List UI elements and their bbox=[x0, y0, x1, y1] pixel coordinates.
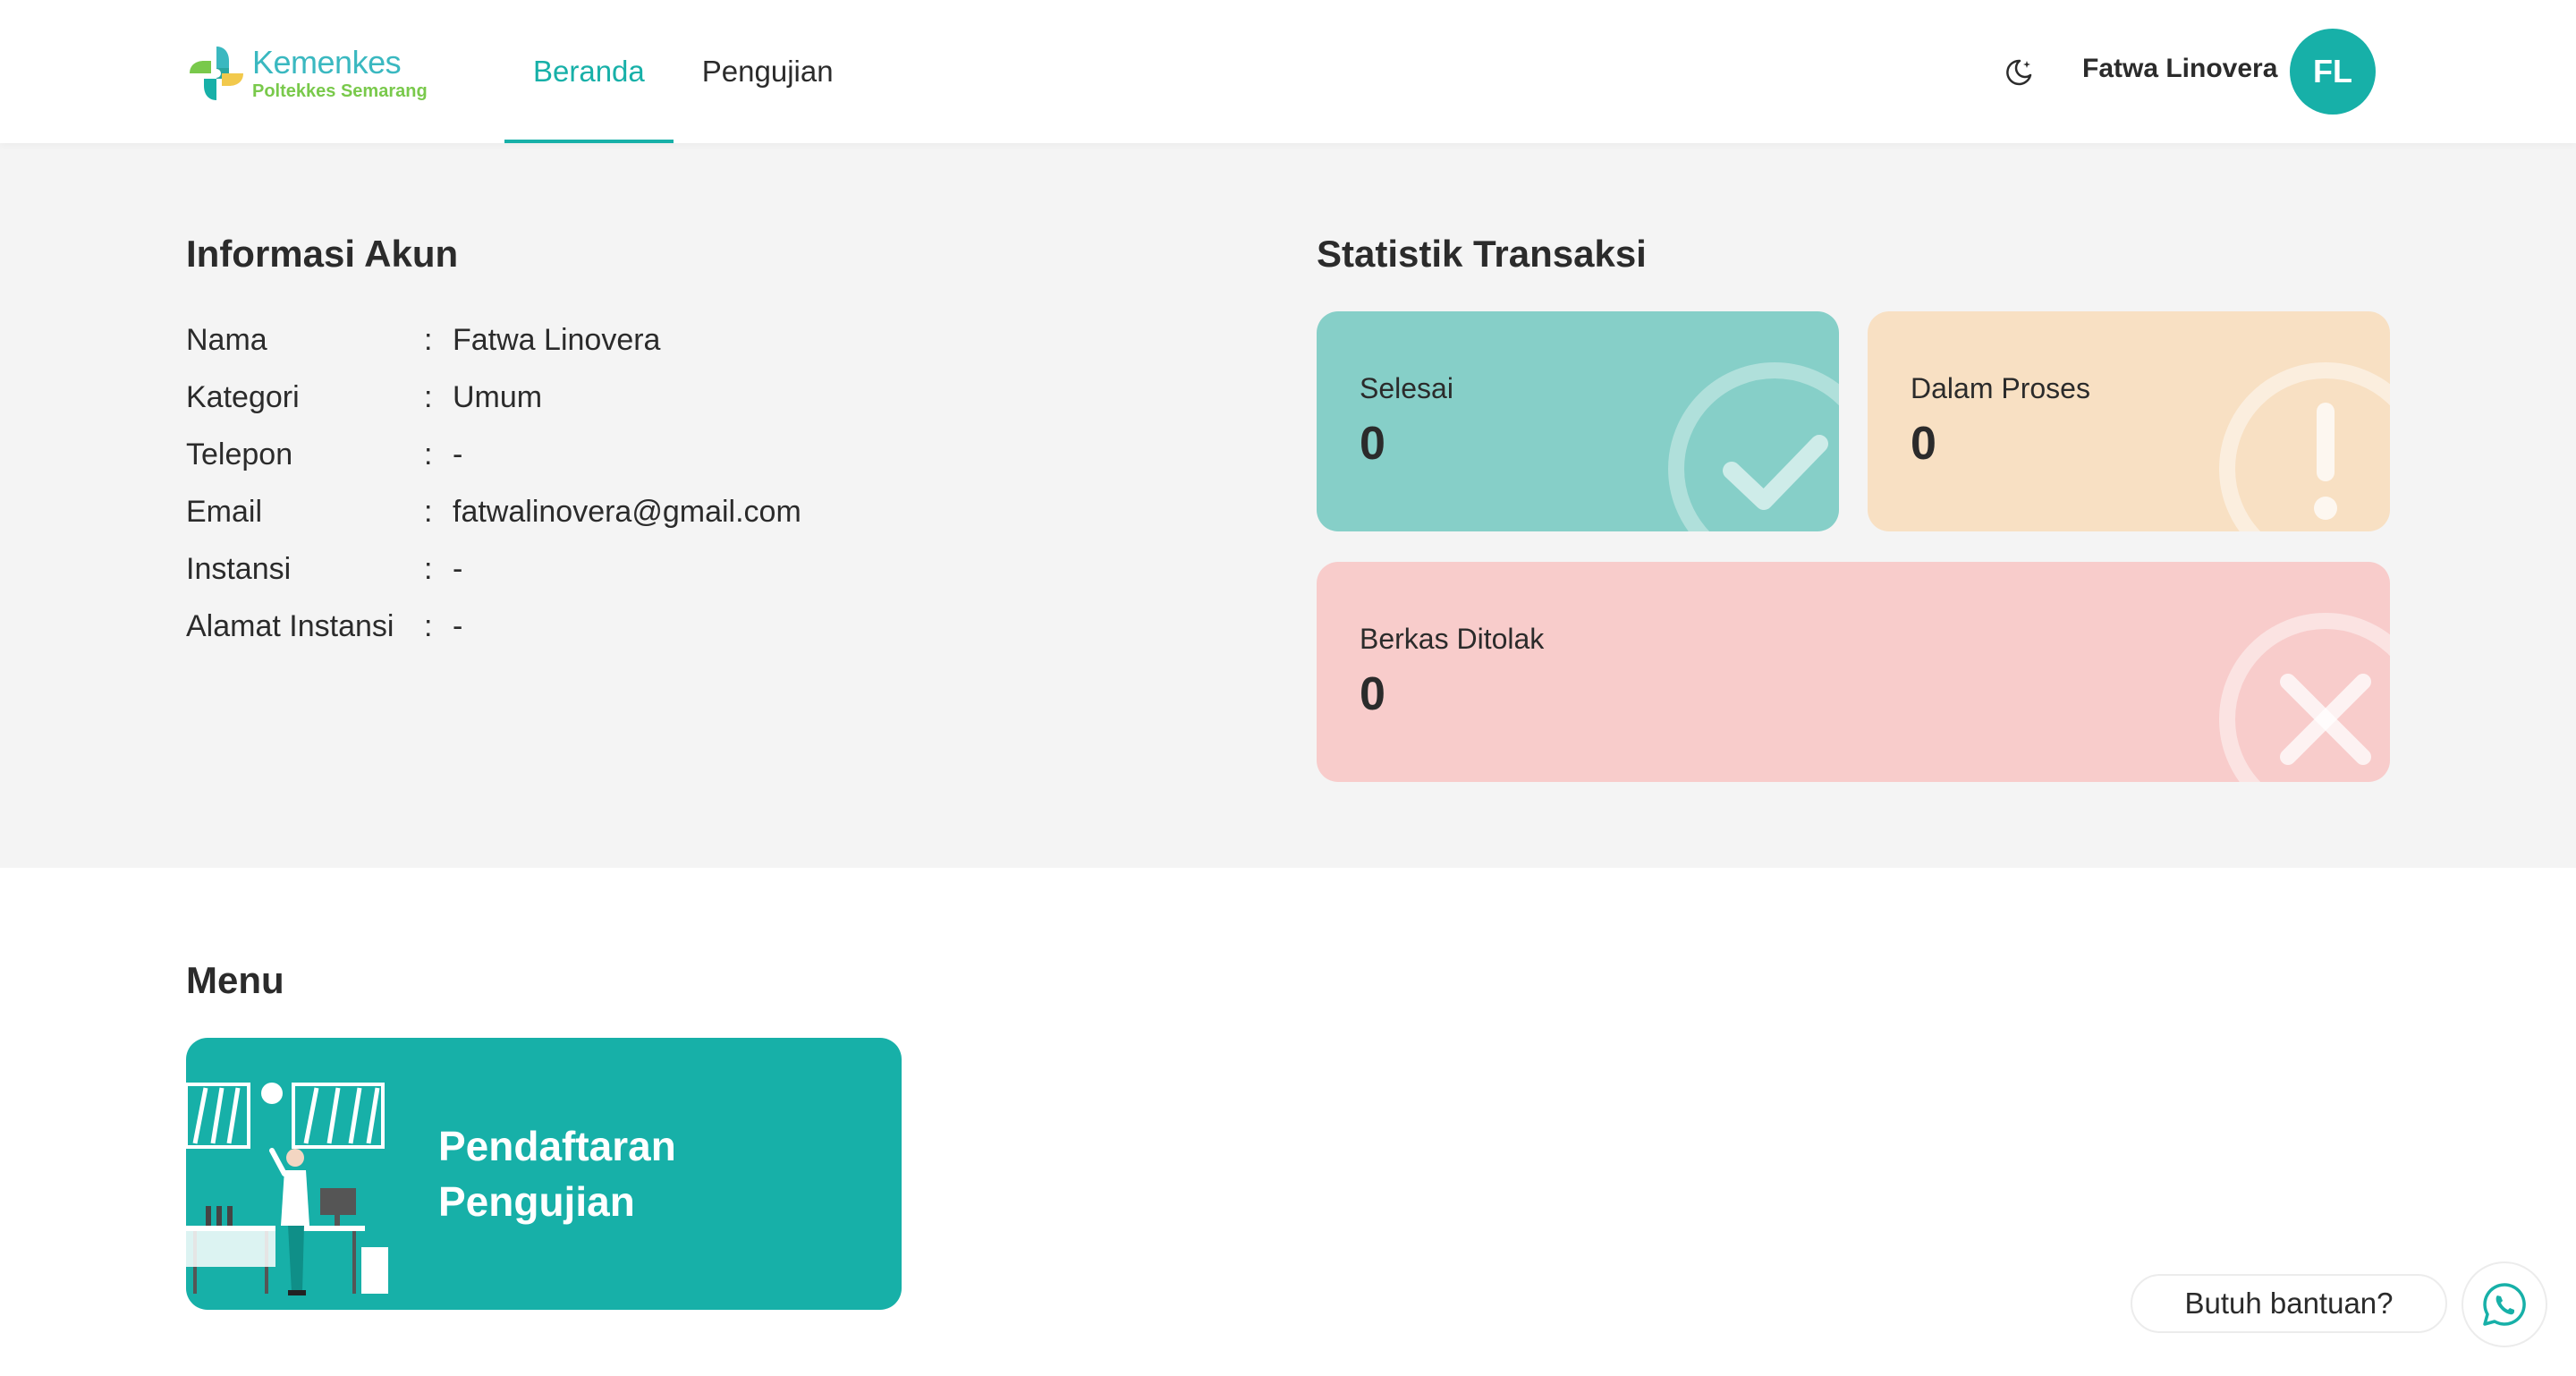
menu-card-label: Pendaftaran Pengujian bbox=[438, 1123, 676, 1225]
info-label: Nama bbox=[186, 322, 267, 357]
exclamation-icon bbox=[2219, 362, 2390, 531]
whatsapp-icon bbox=[2483, 1283, 2526, 1326]
top-navbar: Kemenkes Poltekkes Semarang Beranda Peng… bbox=[0, 0, 2576, 143]
account-info-title: Informasi Akun bbox=[186, 233, 459, 275]
main-nav: Beranda Pengujian bbox=[504, 0, 862, 143]
user-name[interactable]: Fatwa Linovera bbox=[2082, 54, 2277, 84]
avatar[interactable]: FL bbox=[2290, 29, 2376, 115]
stat-value: 0 bbox=[1360, 668, 1385, 720]
nav-pengujian[interactable]: Pengujian bbox=[674, 0, 862, 143]
info-colon: : bbox=[424, 437, 433, 471]
info-value: - bbox=[453, 551, 463, 586]
info-row-nama: Nama : Fatwa Linovera bbox=[186, 311, 801, 369]
nav-beranda[interactable]: Beranda bbox=[504, 0, 674, 143]
info-label: Email bbox=[186, 494, 263, 529]
stat-value: 0 bbox=[1360, 418, 1385, 470]
stat-card-berkas-ditolak[interactable]: Berkas Ditolak 0 bbox=[1317, 562, 2390, 782]
menu-card-pendaftaran-pengujian[interactable]: Pendaftaran Pengujian bbox=[186, 1038, 902, 1310]
info-row-email: Email : fatwalinovera@gmail.com bbox=[186, 483, 801, 540]
logo-subtitle: Poltekkes Semarang bbox=[252, 81, 428, 101]
stat-label: Dalam Proses bbox=[1911, 372, 2090, 404]
stat-value: 0 bbox=[1911, 418, 1936, 470]
info-row-kategori: Kategori : Umum bbox=[186, 369, 801, 426]
check-icon bbox=[1668, 362, 1839, 531]
info-label: Alamat Instansi bbox=[186, 608, 394, 643]
logo-mark-icon bbox=[184, 41, 249, 106]
info-value: - bbox=[453, 437, 463, 471]
menu-title: Menu bbox=[186, 959, 284, 1001]
info-label: Instansi bbox=[186, 551, 292, 586]
info-colon: : bbox=[424, 551, 433, 586]
stat-label: Selesai bbox=[1360, 372, 1453, 404]
info-label: Telepon bbox=[186, 437, 293, 471]
info-colon: : bbox=[424, 322, 433, 357]
info-label: Kategori bbox=[186, 379, 300, 414]
x-icon bbox=[2219, 613, 2390, 782]
info-value: - bbox=[453, 608, 463, 643]
info-colon: : bbox=[424, 379, 433, 414]
help-button[interactable]: Butuh bantuan? bbox=[2131, 1274, 2447, 1333]
info-value: fatwalinovera@gmail.com bbox=[453, 494, 801, 529]
stat-card-selesai[interactable]: Selesai 0 bbox=[1317, 311, 1839, 531]
info-row-telepon: Telepon : - bbox=[186, 426, 801, 483]
stat-card-dalam-proses[interactable]: Dalam Proses 0 bbox=[1868, 311, 2390, 531]
stat-label: Berkas Ditolak bbox=[1360, 623, 1545, 655]
info-row-alamat-instansi: Alamat Instansi : - bbox=[186, 598, 801, 655]
moon-icon[interactable] bbox=[2002, 55, 2036, 89]
kemenkes-logo[interactable]: Kemenkes Poltekkes Semarang bbox=[184, 39, 453, 107]
info-value: Umum bbox=[453, 379, 543, 414]
transaction-stats-title: Statistik Transaksi bbox=[1317, 233, 1647, 275]
info-row-instansi: Instansi : - bbox=[186, 540, 801, 598]
whatsapp-button[interactable] bbox=[2462, 1261, 2547, 1347]
laboratory-illustration bbox=[186, 1083, 388, 1295]
info-colon: : bbox=[424, 608, 433, 643]
logo-title: Kemenkes bbox=[252, 44, 402, 81]
account-info-table: Nama : Fatwa Linovera Kategori : Umum Te… bbox=[186, 311, 801, 655]
info-value: Fatwa Linovera bbox=[453, 322, 661, 357]
info-colon: : bbox=[424, 494, 433, 529]
